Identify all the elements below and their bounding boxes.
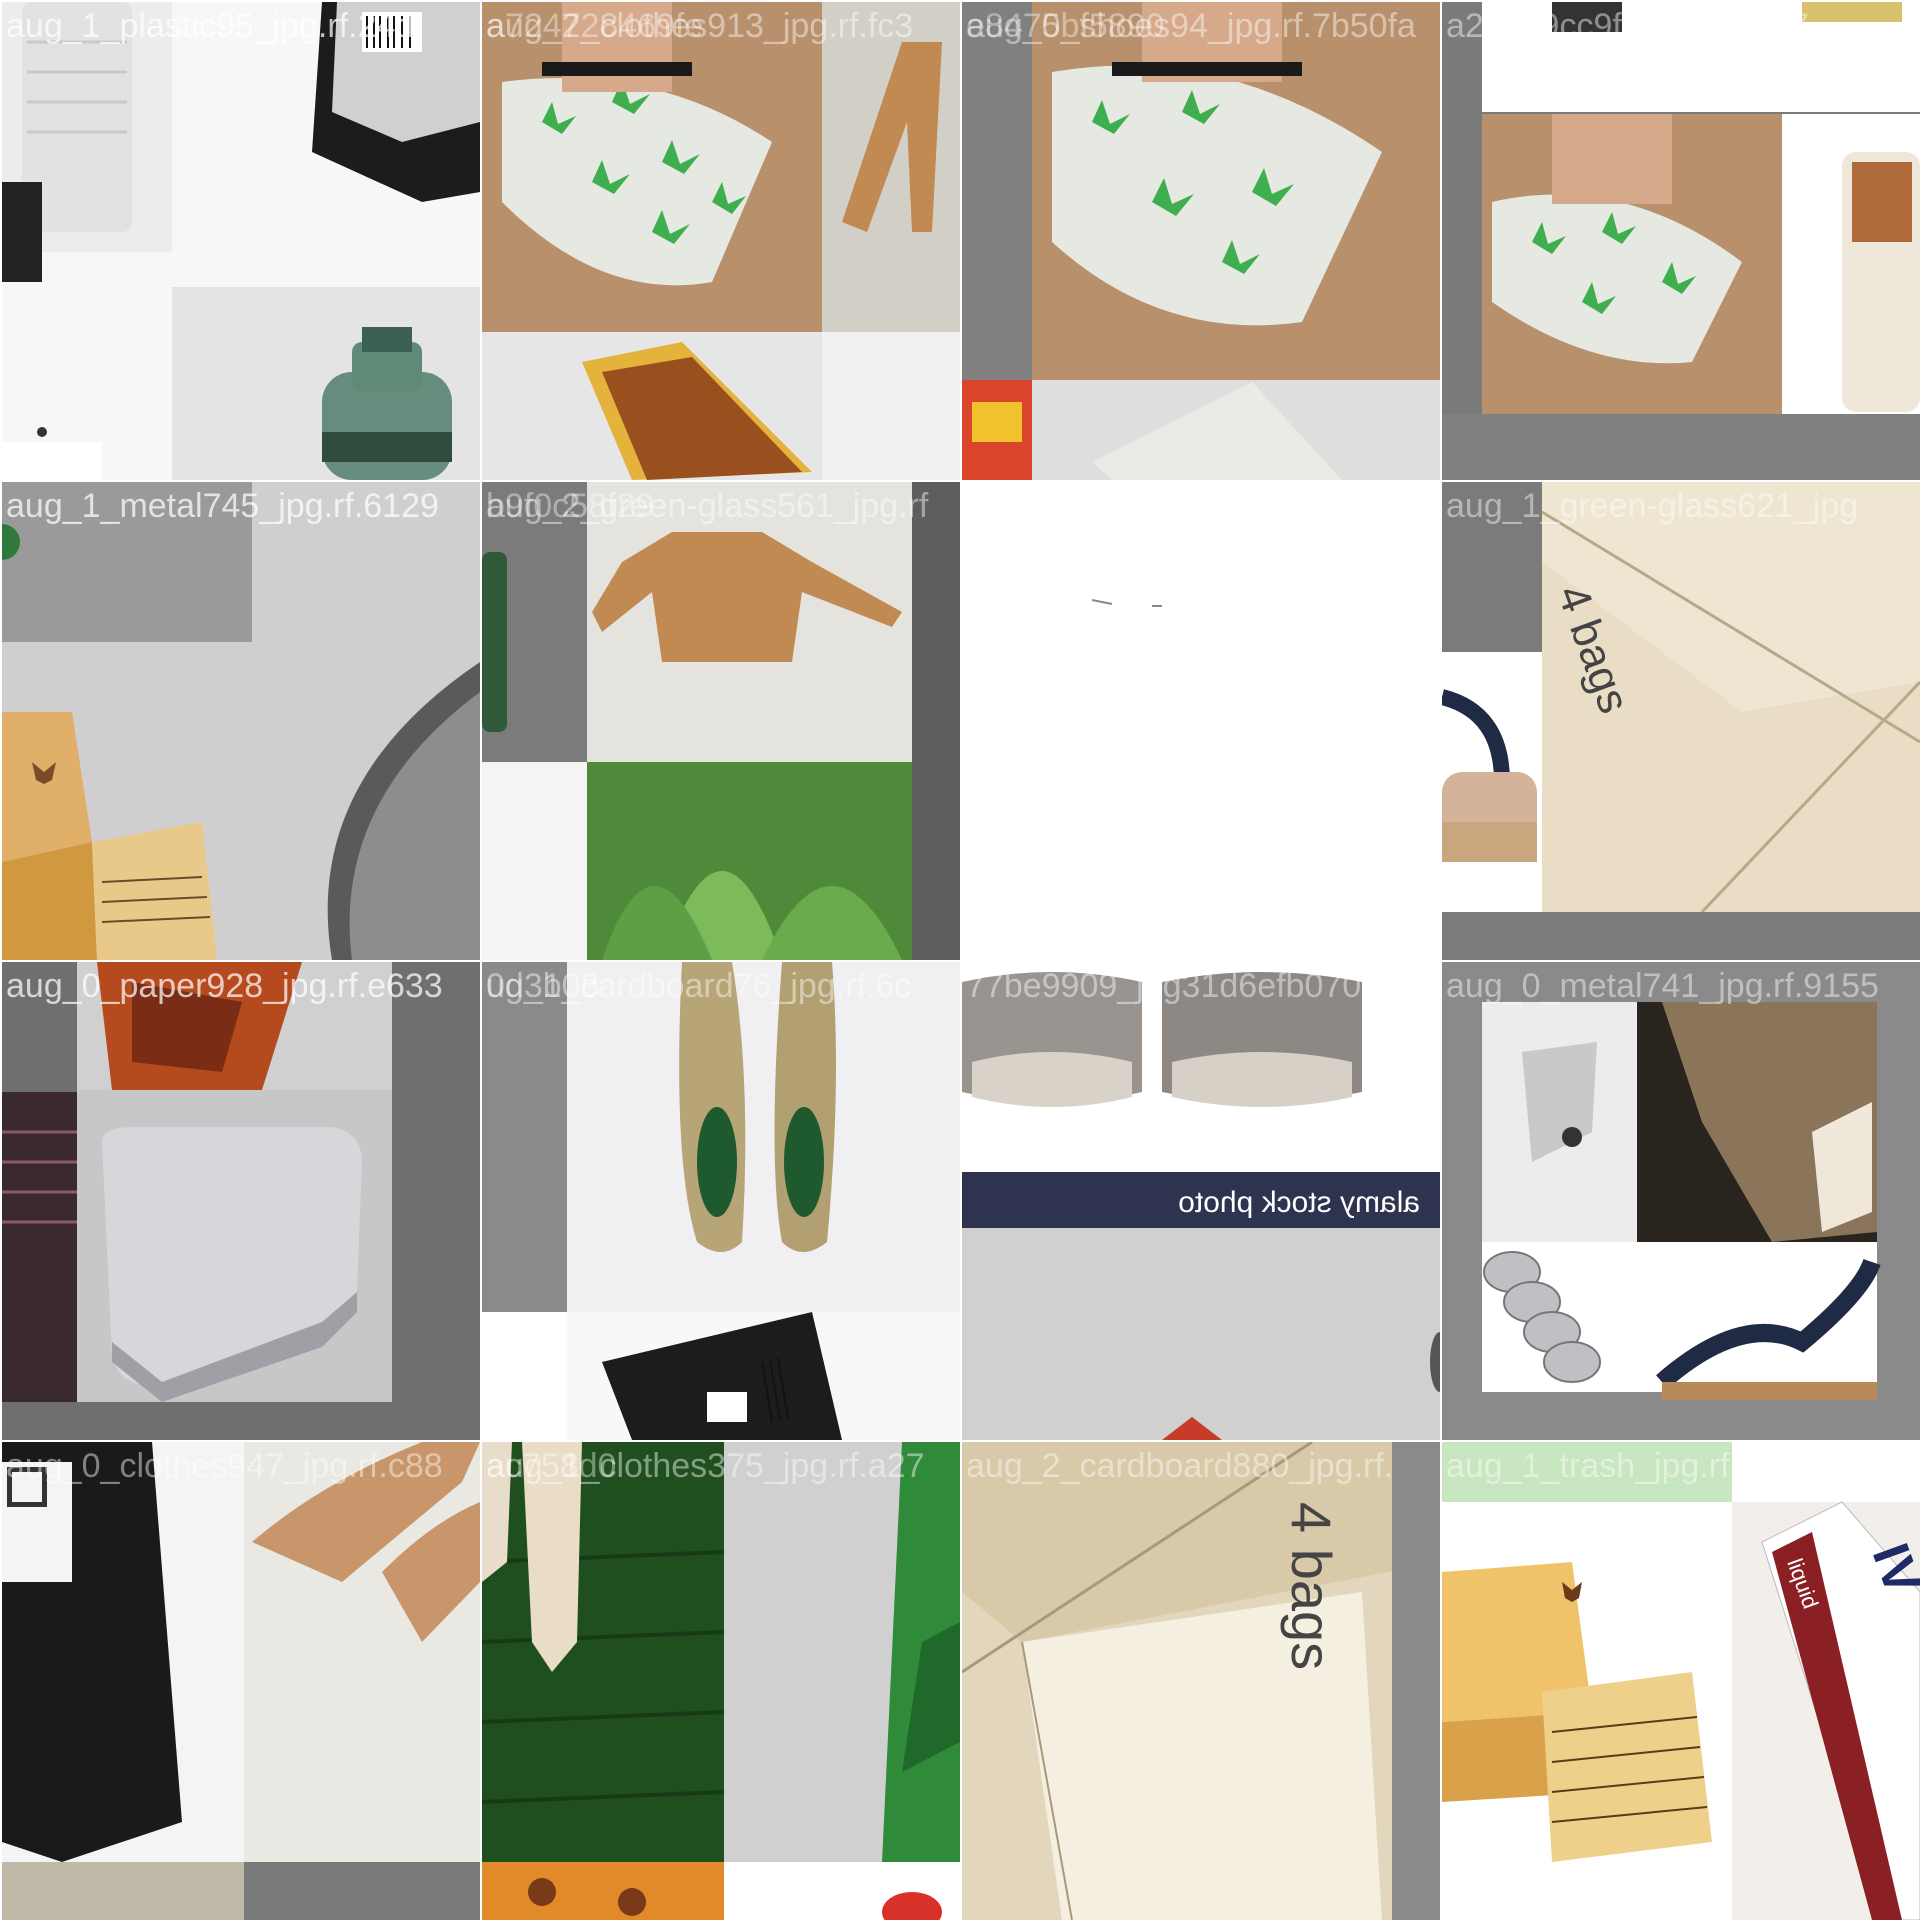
tile-5-metal: aug_1_metal745_jpg.rf.6129	[2, 482, 480, 960]
tile-6-glass: aug_2_green-glass561_jpg.rf b9f0c58f29	[482, 482, 960, 960]
metal-tin-photo	[2, 962, 480, 1440]
metal-parts-and-sandal-photo	[1442, 962, 1920, 1440]
tile-3-shoes: aug_0_shoes94_jpg.rf.7b50fa e8475bf5890	[962, 2, 1440, 480]
cardboard-box-photo: 4 bags	[1442, 482, 1920, 960]
sandals-stock-photo: alamy stock photo	[962, 962, 1440, 1440]
green-cloth-photo	[482, 1442, 960, 1920]
plastic-bottle-and-bag-photo	[2, 2, 480, 480]
tile-4-mixed: a2d4e9cc9f7e9fbdf5c77	[1442, 2, 1920, 480]
tile-8-glass: 4 bags aug_1_green-glass621_jpg	[1442, 482, 1920, 960]
sweater-and-greens-photo	[482, 482, 960, 960]
boxes-and-sachet-photo: liquid IV	[1442, 1442, 1920, 1920]
tile-1-plastic: aug_1_plastic95_jpg.rf.24d	[2, 2, 480, 480]
tile-13-clothes: aug_0_clothes947_jpg.rf.c88	[2, 1442, 480, 1920]
alamy-banner-text: alamy stock photo	[1178, 1186, 1420, 1219]
tile-2-clothes: aug_2_clothes913_jpg.rf.fc3 a724728469fe	[482, 2, 960, 480]
tile-12-metal: aug_0_metal741_jpg.rf.9155	[1442, 962, 1920, 1440]
hat-and-bottle-photo	[1442, 2, 1920, 480]
tile-9-paper: aug_0_paper928_jpg.rf.e633	[2, 962, 480, 1440]
cardboard-closeup-photo: 4 bags	[962, 1442, 1440, 1920]
tile-15-cardboard: 4 bags aug_2_cardboard880_jpg.rf.	[962, 1442, 1440, 1920]
tile-11-shoes: alamy stock photo 77be9909_jpg31d6efb070…	[962, 962, 1440, 1440]
hat-photo-large	[962, 2, 1440, 480]
packet-and-pants-photo	[2, 1442, 480, 1920]
tile-14-clothes: aug_1_clothes375_jpg.rf.a27 ac758d0	[482, 1442, 960, 1920]
blank-white-photo	[962, 482, 1440, 960]
tile-16-trash: liquid IV aug_1_trash_jpg.rf.9acf30	[1442, 1442, 1920, 1920]
worn-shoes-photo	[482, 962, 960, 1440]
tile-10-cardboard: ug_1_cardboard76_jpg.rf.6c 0d3b08	[482, 962, 960, 1440]
hat-and-sweater-photo	[482, 2, 960, 480]
box-print-text-2: 4 bags	[1280, 1502, 1343, 1670]
tile-7-metal: ug_2_metal597_jpg.rf.7468 a9e61ff9a5	[962, 482, 1440, 960]
mosaic-grid: aug_1_plastic95_jpg.rf.24d aug_2_clothes…	[0, 0, 1920, 1920]
boxes-and-metal-lid-photo	[2, 482, 480, 960]
